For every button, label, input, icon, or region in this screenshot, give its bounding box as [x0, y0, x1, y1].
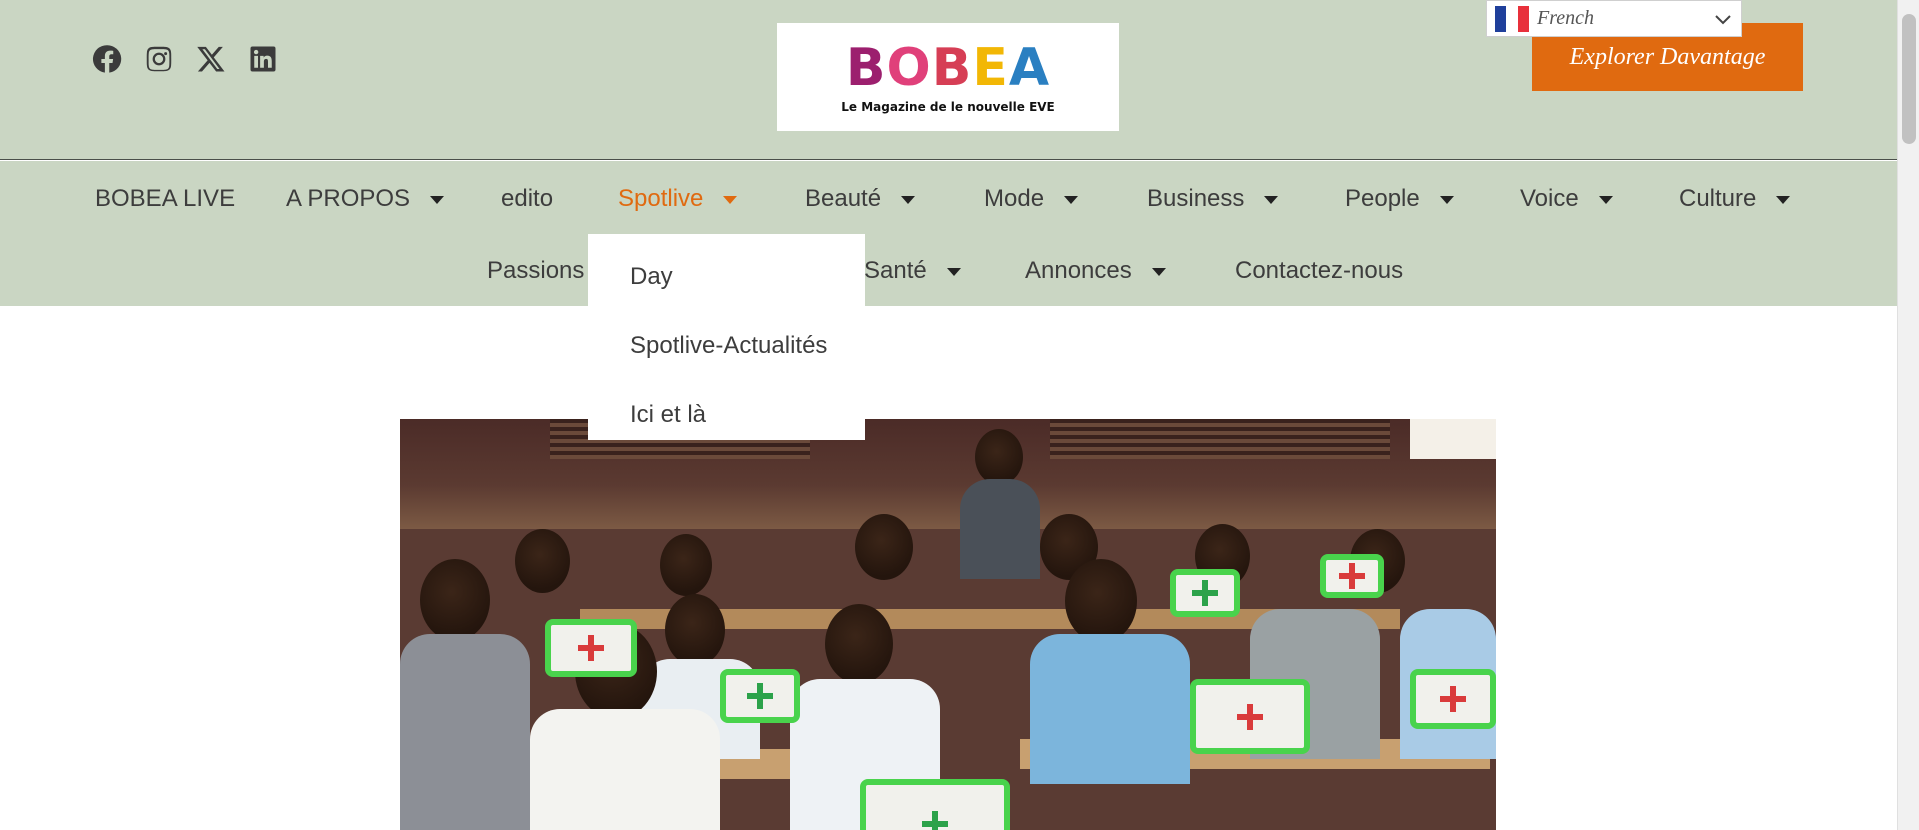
- caret-down-icon: [1264, 196, 1279, 204]
- page-scrollbar[interactable]: [1897, 0, 1919, 830]
- caret-down-icon: [1776, 196, 1791, 204]
- nav-item-passions[interactable]: Passions: [487, 257, 584, 285]
- featured-image-classroom: [400, 419, 1496, 830]
- instagram-icon[interactable]: [144, 44, 174, 74]
- x-icon[interactable]: [196, 44, 226, 74]
- nav-item-culture[interactable]: Culture: [1679, 185, 1791, 213]
- caret-down-icon: [901, 196, 916, 204]
- caret-down-icon: [946, 268, 961, 276]
- language-label: French: [1537, 7, 1595, 29]
- scrollbar-thumb[interactable]: [1902, 14, 1916, 144]
- site-logo[interactable]: B O B E A Le Magazine de le nouvelle EVE: [777, 23, 1119, 131]
- nav-item-a-propos[interactable]: A PROPOS: [286, 185, 445, 213]
- caret-down-icon: [723, 196, 738, 204]
- dropdown-item-ici-et-la[interactable]: Ici et là: [588, 380, 865, 449]
- dropdown-item-spotlive-actualites[interactable]: Spotlive-Actualités: [588, 311, 865, 380]
- caret-down-icon: [1064, 196, 1079, 204]
- nav-item-edito[interactable]: edito: [501, 185, 553, 213]
- dropdown-item-day[interactable]: Day: [588, 242, 865, 311]
- main-navigation: BOBEA LIVE A PROPOS edito Spotlive Beaut…: [0, 161, 1897, 306]
- nav-item-people[interactable]: People: [1345, 185, 1454, 213]
- caret-down-icon: [430, 196, 445, 204]
- social-links: [92, 44, 278, 74]
- facebook-icon[interactable]: [92, 44, 122, 74]
- logo-wordmark: B O B E A: [845, 38, 1051, 98]
- nav-item-spotlive[interactable]: Spotlive: [618, 185, 738, 213]
- french-flag-icon: [1495, 5, 1529, 32]
- nav-item-bobea-live[interactable]: BOBEA LIVE: [95, 185, 235, 213]
- linkedin-icon[interactable]: [248, 44, 278, 74]
- nav-item-beaute[interactable]: Beauté: [805, 185, 916, 213]
- spotlive-dropdown-menu: Day Spotlive-Actualités Ici et là: [588, 234, 865, 440]
- nav-item-mode[interactable]: Mode: [984, 185, 1079, 213]
- caret-down-icon: [1439, 196, 1454, 204]
- language-selector[interactable]: French: [1486, 0, 1742, 37]
- nav-item-annonces[interactable]: Annonces: [1025, 257, 1166, 285]
- logo-tagline: Le Magazine de le nouvelle EVE: [841, 100, 1055, 114]
- nav-item-voice[interactable]: Voice: [1520, 185, 1613, 213]
- caret-down-icon: [1151, 268, 1166, 276]
- nav-item-contactez-nous[interactable]: Contactez-nous: [1235, 257, 1403, 285]
- nav-item-business[interactable]: Business: [1147, 185, 1279, 213]
- caret-down-icon: [1598, 196, 1613, 204]
- chevron-down-icon: [1715, 14, 1731, 24]
- page-viewport: B O B E A Le Magazine de le nouvelle EVE…: [0, 0, 1897, 830]
- nav-item-sante[interactable]: Santé: [864, 257, 961, 285]
